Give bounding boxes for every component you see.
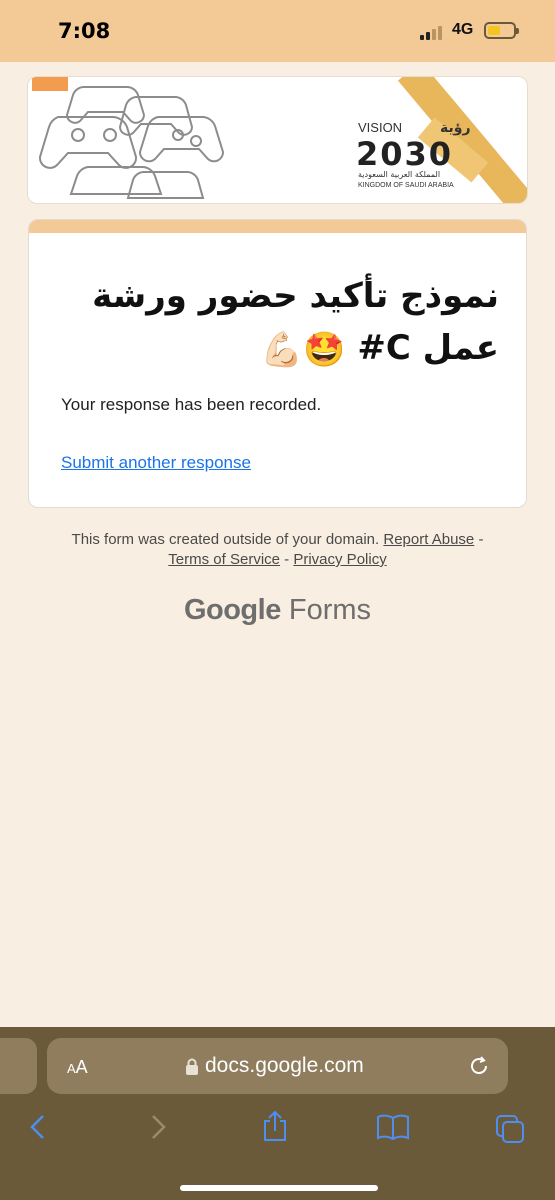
address-bar[interactable]: AA docs.google.com bbox=[47, 1038, 508, 1094]
report-abuse-link[interactable]: Report Abuse bbox=[383, 531, 474, 548]
vision-arabic-label: رؤية bbox=[440, 120, 471, 136]
status-bar: 7:08 4G bbox=[0, 0, 555, 62]
text-size-button[interactable]: AA bbox=[67, 1057, 88, 1078]
share-icon[interactable] bbox=[261, 1109, 289, 1143]
clock: 7:08 bbox=[58, 19, 111, 43]
bookmarks-icon[interactable] bbox=[376, 1113, 410, 1141]
kingdom-english-label: KINGDOM OF SAUDI ARABIA bbox=[358, 182, 454, 189]
reload-icon[interactable] bbox=[467, 1054, 491, 1078]
home-indicator[interactable] bbox=[180, 1185, 378, 1191]
terms-link[interactable]: Terms of Service bbox=[168, 551, 280, 568]
back-icon[interactable] bbox=[28, 1113, 48, 1141]
separator: - bbox=[478, 531, 484, 548]
battery-icon bbox=[484, 22, 519, 39]
submit-another-link[interactable]: Submit another response bbox=[61, 453, 251, 473]
tabs-icon[interactable] bbox=[494, 1113, 526, 1145]
privacy-link[interactable]: Privacy Policy bbox=[293, 551, 386, 568]
browser-toolbar: AA docs.google.com bbox=[0, 1027, 555, 1200]
confirmation-message: Your response has been recorded. bbox=[61, 395, 322, 414]
kingdom-arabic-label: المملكة العربية السعودية bbox=[358, 170, 440, 179]
form-header-image: VISION رؤية 2030 المملكة العربية السعودي… bbox=[27, 76, 528, 204]
previous-tab-preview[interactable] bbox=[0, 1038, 37, 1094]
google-wordmark: Google bbox=[183, 594, 281, 626]
network-type: 4G bbox=[452, 21, 474, 38]
vision-label: VISION bbox=[358, 120, 402, 135]
year-label: 2030 bbox=[356, 135, 453, 173]
signal-strength-icon bbox=[420, 24, 446, 40]
form-footer: This form was created outside of your do… bbox=[0, 530, 555, 570]
lock-icon bbox=[186, 1058, 198, 1075]
forms-wordmark: Forms bbox=[288, 594, 372, 626]
url-text: docs.google.com bbox=[205, 1054, 364, 1077]
confirmation-card: نموذج تأكيد حضور ورشة عمل C# 🤩💪🏻 Your re… bbox=[28, 219, 527, 508]
header-illustration: VISION رؤية 2030 المملكة العربية السعودي… bbox=[32, 77, 527, 203]
emoji-icon: 🤩💪🏻 bbox=[260, 329, 346, 370]
domain-notice: This form was created outside of your do… bbox=[71, 531, 380, 548]
form-title: نموذج تأكيد حضور ورشة عمل C# 🤩💪🏻 bbox=[59, 270, 499, 376]
separator: - bbox=[284, 551, 290, 568]
card-accent-bar bbox=[29, 220, 526, 233]
google-forms-logo[interactable]: Google Forms bbox=[0, 594, 555, 627]
forward-icon[interactable] bbox=[148, 1113, 168, 1141]
